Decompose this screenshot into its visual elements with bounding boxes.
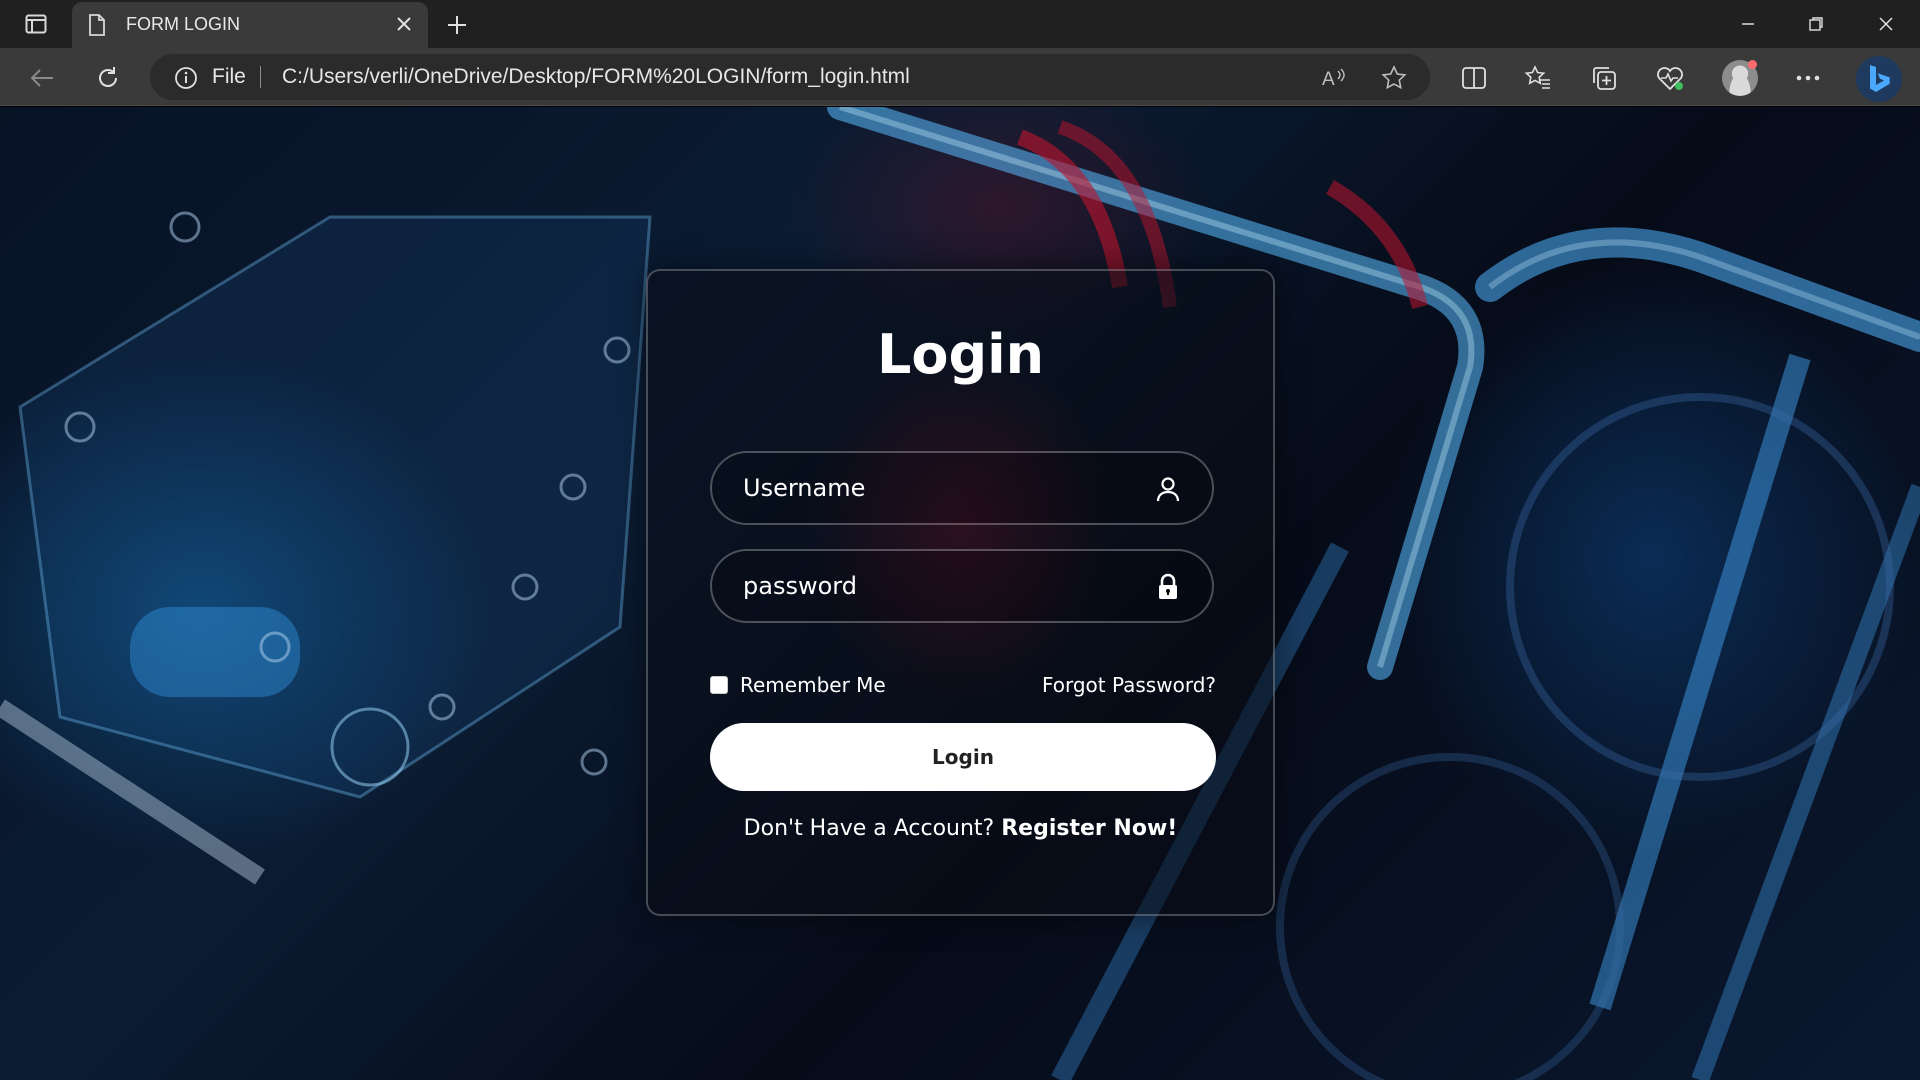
url-field[interactable]: File C:/Users/verli/OneDrive/Desktop/FOR…	[150, 54, 1430, 100]
register-row: Don't Have a Account? Register Now!	[648, 816, 1273, 841]
login-card: Login Username password Remember Me Forg…	[646, 269, 1275, 916]
user-icon	[1154, 475, 1182, 503]
tab-strip: FORM LOGIN	[0, 0, 1920, 48]
remember-forgot-row: Remember Me Forgot Password?	[710, 671, 1216, 701]
lock-icon	[1154, 573, 1182, 601]
favorites-icon[interactable]	[1522, 62, 1554, 94]
separator	[260, 66, 261, 88]
remember-me-label[interactable]: Remember Me	[740, 673, 886, 697]
password-placeholder: password	[743, 572, 857, 600]
collections-icon[interactable]	[1588, 62, 1620, 94]
url-text[interactable]: C:/Users/verli/OneDrive/Desktop/FORM%20L…	[282, 65, 910, 89]
tab-actions-icon[interactable]	[16, 10, 56, 38]
svg-text:A: A	[1322, 69, 1335, 89]
password-field[interactable]: password	[710, 549, 1214, 623]
more-options-icon[interactable]	[1792, 62, 1824, 94]
favorite-star-icon[interactable]	[1380, 64, 1408, 92]
login-page-background: Login Username password Remember Me Forg…	[0, 107, 1920, 1080]
minimize-icon[interactable]	[1714, 0, 1782, 48]
remember-me-checkbox[interactable]	[710, 676, 728, 694]
address-bar: File C:/Users/verli/OneDrive/Desktop/FOR…	[0, 48, 1920, 106]
browser-tab[interactable]: FORM LOGIN	[72, 2, 428, 48]
read-aloud-icon[interactable]: A	[1320, 64, 1348, 92]
username-placeholder: Username	[743, 474, 866, 502]
restore-icon[interactable]	[1782, 0, 1850, 48]
tab-title: FORM LOGIN	[126, 14, 241, 34]
browser-essentials-icon[interactable]	[1654, 62, 1686, 94]
page-icon	[88, 14, 106, 40]
split-screen-icon[interactable]	[1458, 62, 1490, 94]
new-tab-icon[interactable]	[442, 10, 472, 40]
register-prompt: Don't Have a Account?	[743, 816, 995, 841]
login-title: Login	[876, 323, 1045, 386]
info-icon[interactable]	[174, 66, 198, 94]
login-button[interactable]: Login	[710, 723, 1216, 791]
profile-notification-dot	[1748, 60, 1757, 69]
refresh-icon[interactable]	[90, 60, 126, 96]
close-window-icon[interactable]	[1852, 0, 1920, 48]
username-field[interactable]: Username	[710, 451, 1214, 525]
scheme-label: File	[212, 65, 246, 88]
close-tab-icon[interactable]	[394, 14, 414, 34]
back-icon[interactable]	[24, 60, 60, 96]
forgot-password-link[interactable]: Forgot Password?	[1042, 673, 1216, 697]
register-link[interactable]: Register Now!	[1001, 816, 1177, 841]
bing-copilot-icon[interactable]	[1856, 56, 1902, 102]
